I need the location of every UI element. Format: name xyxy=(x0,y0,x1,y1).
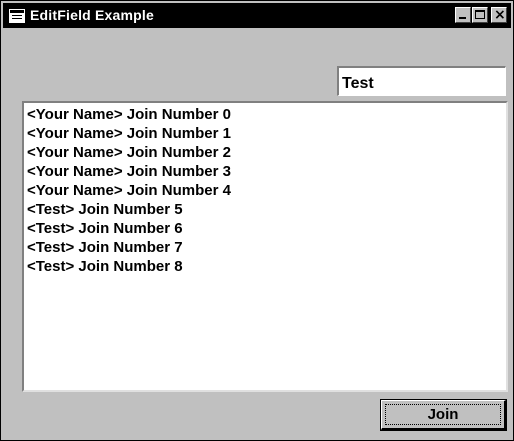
app-window-icon[interactable] xyxy=(9,9,25,23)
minimize-button[interactable] xyxy=(455,7,471,23)
list-item[interactable]: <Your Name> Join Number 4 xyxy=(27,181,506,200)
join-listbox[interactable]: <Your Name> Join Number 0 <Your Name> Jo… xyxy=(22,101,508,392)
list-item[interactable]: <Test> Join Number 5 xyxy=(27,200,506,219)
app-window: EditField Example × <Your Name> Join Num… xyxy=(0,0,514,441)
window-title: EditField Example xyxy=(30,7,154,23)
list-item[interactable]: <Your Name> Join Number 1 xyxy=(27,124,506,143)
client-area: <Your Name> Join Number 0 <Your Name> Jo… xyxy=(3,29,511,439)
list-item[interactable]: <Your Name> Join Number 3 xyxy=(27,162,506,181)
close-button[interactable]: × xyxy=(491,7,507,23)
title-bar[interactable]: EditField Example × xyxy=(3,3,511,28)
close-icon: × xyxy=(494,7,506,23)
focus-rectangle xyxy=(385,404,501,425)
maximize-button[interactable] xyxy=(472,7,488,23)
list-item[interactable]: <Test> Join Number 6 xyxy=(27,219,506,238)
list-item[interactable]: <Test> Join Number 8 xyxy=(27,257,506,276)
join-button[interactable]: Join xyxy=(380,399,507,431)
list-item[interactable]: <Your Name> Join Number 0 xyxy=(27,105,506,124)
list-item[interactable]: <Your Name> Join Number 2 xyxy=(27,143,506,162)
name-edit-field[interactable] xyxy=(337,66,506,96)
list-item[interactable]: <Test> Join Number 7 xyxy=(27,238,506,257)
